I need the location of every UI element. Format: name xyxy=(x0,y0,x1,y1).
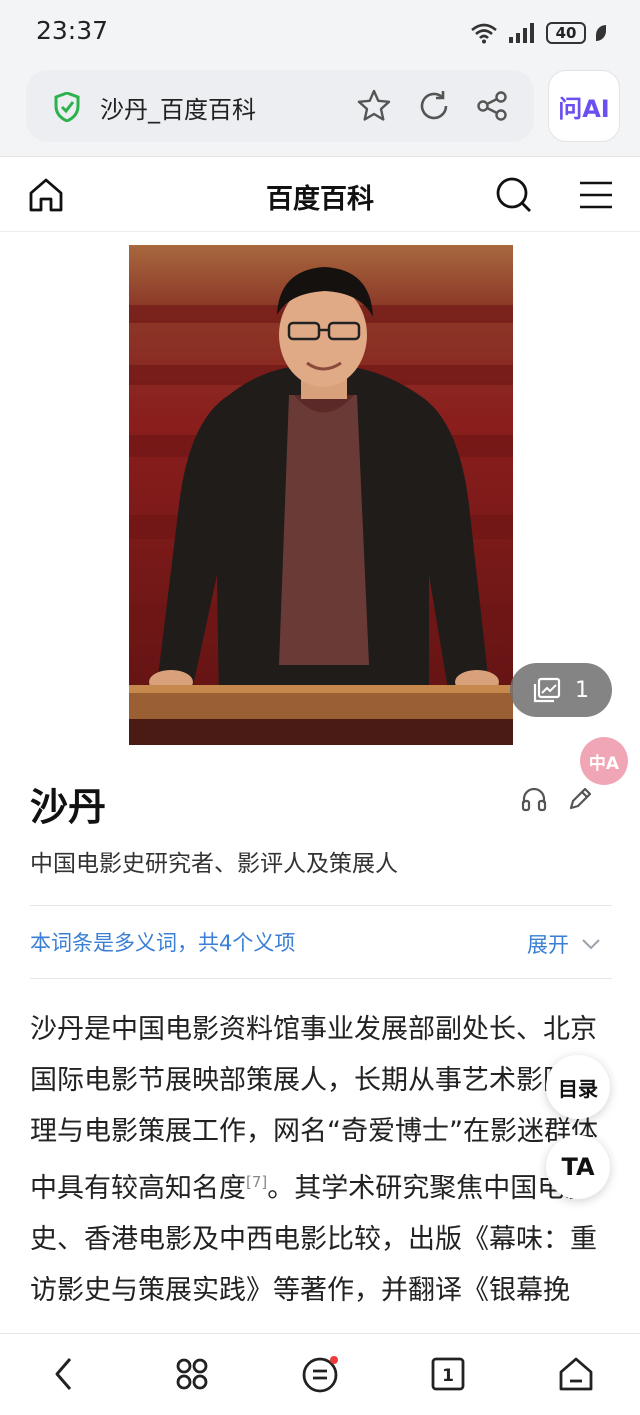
site-header: 百度百科 xyxy=(0,156,640,232)
person-photo xyxy=(129,245,513,745)
edit-pencil-icon[interactable] xyxy=(566,785,594,813)
status-icons: 40 xyxy=(470,20,606,46)
translate-button[interactable]: 中A xyxy=(580,737,628,785)
browser-toolbar: 沙丹_百度百科 问AI xyxy=(0,62,640,156)
divider xyxy=(30,978,612,979)
page-title-text: 沙丹_百度百科 xyxy=(100,96,256,124)
refresh-icon[interactable] xyxy=(416,88,452,124)
chevron-down-icon xyxy=(582,939,600,950)
menu-icon[interactable] xyxy=(576,175,616,215)
share-icon[interactable] xyxy=(474,88,510,124)
entry-actions xyxy=(520,785,594,813)
polysemy-notice[interactable]: 本词条是多义词，共4个义项 xyxy=(30,927,295,957)
home-nav-button[interactable] xyxy=(554,1352,598,1396)
feed-button[interactable] xyxy=(298,1352,342,1396)
citation-link[interactable]: [7] xyxy=(246,1173,267,1191)
address-bar[interactable]: 沙丹_百度百科 xyxy=(26,70,534,142)
entry-summary: 沙丹是中国电影资料馆事业发展部副处长、北京国际电影节展映部策展人，长期从事艺术影… xyxy=(30,1004,612,1316)
headphones-icon[interactable] xyxy=(520,785,548,813)
home-nav-icon xyxy=(559,1357,593,1391)
gallery-icon xyxy=(533,677,561,703)
wifi-icon xyxy=(471,23,497,44)
entry-subtitle: 中国电影史研究者、影评人及策展人 xyxy=(30,851,398,877)
signal-icon xyxy=(509,23,534,43)
status-time: 23:37 xyxy=(36,16,109,45)
tabs-button[interactable]: 1 xyxy=(426,1352,470,1396)
expand-button[interactable]: 展开 xyxy=(527,929,601,959)
apps-button[interactable] xyxy=(170,1352,214,1396)
site-title: 百度百科 xyxy=(266,184,374,215)
feed-icon xyxy=(302,1356,338,1393)
back-button[interactable] xyxy=(42,1352,86,1396)
tab-count: 1 xyxy=(442,1366,454,1386)
table-of-contents-button[interactable]: 目录 xyxy=(546,1055,610,1119)
secure-shield-icon xyxy=(54,92,80,122)
entry-photo[interactable] xyxy=(129,245,513,745)
ask-ai-button[interactable]: 问AI xyxy=(548,70,620,142)
star-icon[interactable] xyxy=(356,88,392,124)
ta-button[interactable]: TA xyxy=(546,1135,610,1199)
battery-icon: 40 xyxy=(546,22,586,44)
search-icon[interactable] xyxy=(494,175,534,215)
bottom-nav: 1 xyxy=(0,1333,640,1415)
chevron-left-icon xyxy=(55,1358,72,1390)
status-bar: 23:37 40 xyxy=(0,0,640,62)
gallery-count: 1 xyxy=(575,677,589,703)
page: 23:37 40 沙丹_百度百科 问AI 百度百科 1 中A 沙丹 中国电影史研… xyxy=(0,0,640,1415)
tabs-icon: 1 xyxy=(431,1357,465,1391)
expand-label: 展开 xyxy=(527,933,569,957)
gallery-count-badge[interactable]: 1 xyxy=(510,663,612,717)
battery-saver-icon xyxy=(596,25,606,41)
apps-icon xyxy=(176,1358,208,1390)
divider xyxy=(30,905,612,906)
entry-title: 沙丹 xyxy=(30,785,107,829)
